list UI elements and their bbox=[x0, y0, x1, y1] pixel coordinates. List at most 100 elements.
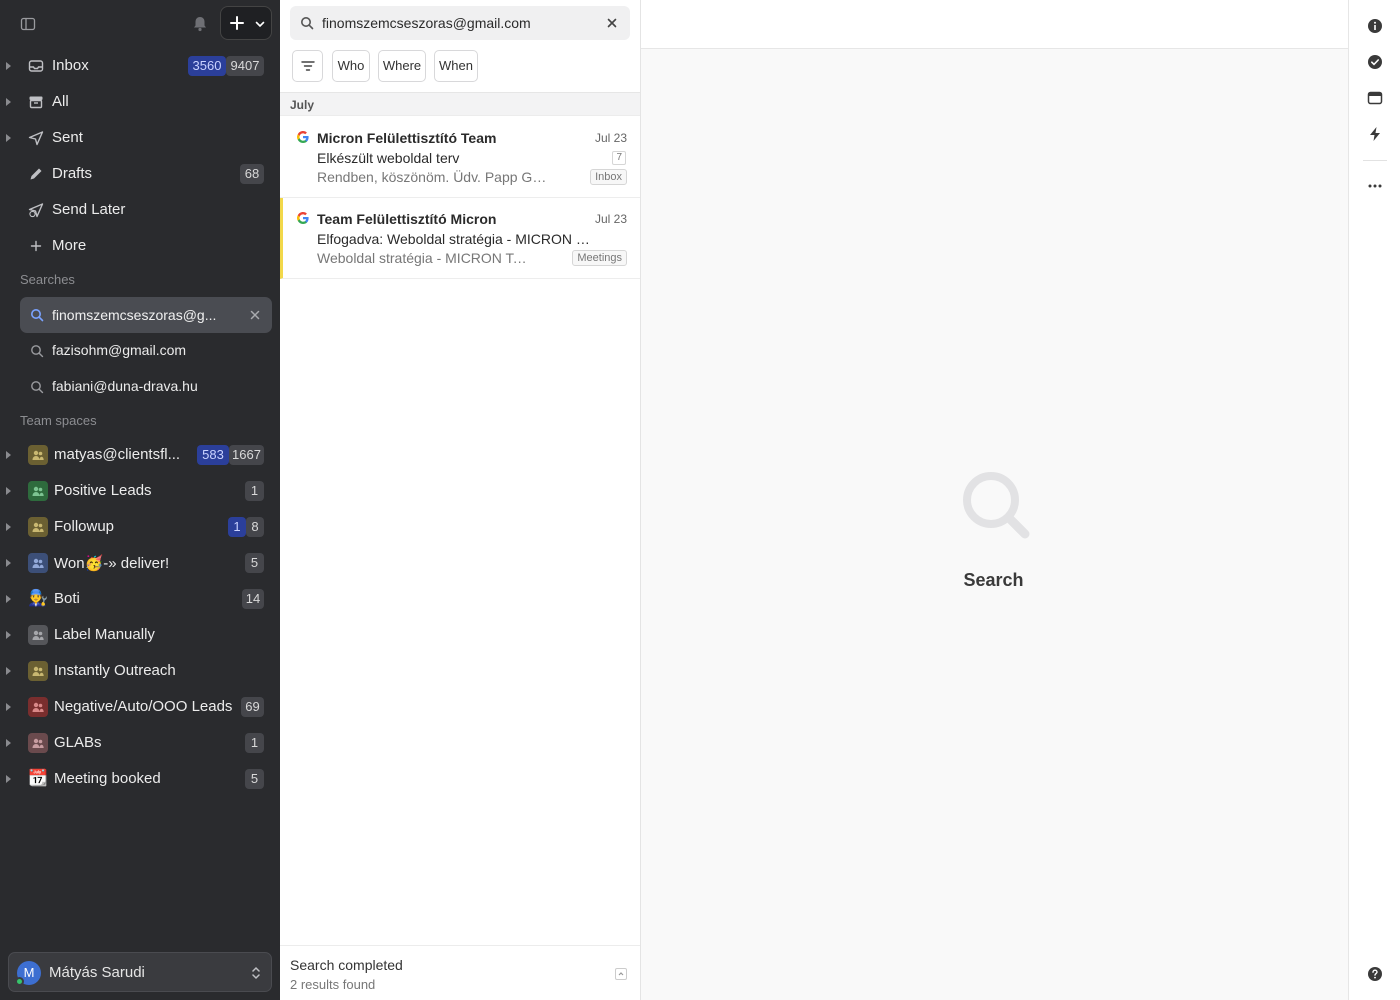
expand-triangle-icon[interactable] bbox=[6, 451, 11, 459]
sidebar-item-label: Sent bbox=[52, 129, 83, 146]
total-count-badge: 68 bbox=[240, 164, 264, 184]
check-circle-icon[interactable] bbox=[1367, 54, 1383, 70]
expand-triangle-icon[interactable] bbox=[6, 487, 11, 495]
account-name: Mátyás Sarudi bbox=[49, 964, 145, 981]
sidebar-item-more[interactable]: More bbox=[0, 228, 280, 264]
team-space-item[interactable]: Instantly Outreach bbox=[0, 653, 280, 689]
search-input[interactable] bbox=[322, 13, 597, 33]
unread-count-badge: 1 bbox=[228, 517, 246, 537]
saved-search-active[interactable]: finomszemcseszoras@g... bbox=[20, 297, 272, 333]
bell-icon[interactable] bbox=[190, 14, 210, 34]
clear-search-icon[interactable] bbox=[606, 17, 618, 29]
expand-triangle-icon[interactable] bbox=[6, 631, 11, 639]
expand-triangle-icon[interactable] bbox=[6, 703, 11, 711]
message-sender: Team Felülettisztító Micron bbox=[317, 211, 497, 227]
message-row[interactable]: Team Felülettisztító Micron Jul 23 Elfog… bbox=[280, 198, 640, 279]
team-space-label: Negative/Auto/OOO Leads bbox=[54, 698, 233, 715]
filter-where-button[interactable]: Where bbox=[378, 50, 426, 82]
calendar-icon[interactable] bbox=[1367, 90, 1383, 106]
search-results-panel: Who Where When July Micron Felülettisztí… bbox=[280, 0, 641, 1000]
expand-triangle-icon[interactable] bbox=[6, 559, 11, 567]
team-space-item[interactable]: Followup 1 8 bbox=[0, 509, 280, 545]
compose-button[interactable] bbox=[220, 6, 272, 40]
info-icon[interactable] bbox=[1367, 18, 1383, 34]
team-space-item[interactable]: Negative/Auto/OOO Leads 69 bbox=[0, 689, 280, 725]
label-badge: Inbox bbox=[590, 169, 627, 185]
sidebar-item-label: Inbox bbox=[52, 57, 89, 74]
month-group-header: July bbox=[280, 92, 640, 116]
search-status-count: 2 results found bbox=[290, 977, 376, 992]
close-icon[interactable] bbox=[248, 308, 262, 322]
total-count-badge: 14 bbox=[242, 589, 264, 609]
team-space-item[interactable]: 👨‍🔧 Boti 14 bbox=[0, 581, 280, 617]
expand-triangle-icon[interactable] bbox=[6, 523, 11, 531]
inbox-icon bbox=[28, 60, 44, 72]
expand-triangle-icon[interactable] bbox=[6, 595, 11, 603]
chevron-up-down-icon bbox=[252, 966, 260, 980]
total-count-badge: 1 bbox=[245, 733, 264, 753]
message-subject: Elfogadva: Weboldal stratégia - MICRON @… bbox=[317, 231, 593, 247]
search-icon bbox=[31, 381, 44, 394]
team-icon bbox=[28, 697, 48, 717]
more-horizontal-icon[interactable] bbox=[1367, 178, 1383, 194]
team-space-label: Label Manually bbox=[54, 626, 155, 643]
team-space-label: GLABs bbox=[54, 734, 102, 751]
saved-search-item[interactable]: fabiani@duna-drava.hu bbox=[0, 369, 280, 405]
team-spaces-section-label: Team spaces bbox=[20, 413, 97, 428]
mechanic-emoji-icon: 👨‍🔧 bbox=[28, 590, 48, 607]
team-space-label: Won🥳-» deliver! bbox=[54, 555, 170, 572]
pencil-icon bbox=[30, 168, 42, 180]
filter-when-button[interactable]: When bbox=[434, 50, 478, 82]
team-space-item[interactable]: GLABs 1 bbox=[0, 725, 280, 761]
plus-icon bbox=[230, 16, 244, 30]
sidebar-item-label: Send Later bbox=[52, 201, 126, 218]
send-icon bbox=[28, 131, 44, 146]
sidebar-item-drafts[interactable]: Drafts 68 bbox=[0, 156, 280, 192]
sidebar-toggle-icon[interactable] bbox=[20, 16, 36, 32]
archive-icon bbox=[29, 96, 43, 109]
team-space-item[interactable]: matyas@clientsfl... 583 1667 bbox=[0, 437, 280, 473]
help-icon[interactable] bbox=[1367, 966, 1383, 982]
plus-icon bbox=[30, 240, 42, 252]
team-space-item[interactable]: Positive Leads 1 bbox=[0, 473, 280, 509]
team-icon bbox=[28, 733, 48, 753]
google-icon bbox=[297, 212, 309, 224]
team-space-item[interactable]: 📆 Meeting booked 5 bbox=[0, 761, 280, 797]
lightning-icon[interactable] bbox=[1367, 126, 1383, 142]
chevron-down-icon[interactable] bbox=[254, 18, 266, 30]
saved-search-label: finomszemcseszoras@g... bbox=[52, 307, 217, 323]
account-switcher[interactable]: M Mátyás Sarudi bbox=[8, 952, 272, 992]
expand-triangle-icon[interactable] bbox=[6, 62, 11, 70]
sidebar-item-all[interactable]: All bbox=[0, 84, 280, 120]
sidebar: Inbox 3560 9407 All Sent Drafts 68 Send … bbox=[0, 0, 280, 1000]
team-space-item[interactable]: Label Manually bbox=[0, 617, 280, 653]
team-icon bbox=[28, 517, 48, 537]
team-icon bbox=[28, 445, 48, 465]
total-count-badge: 1 bbox=[245, 481, 264, 501]
expand-triangle-icon[interactable] bbox=[6, 134, 11, 142]
expand-triangle-icon[interactable] bbox=[6, 739, 11, 747]
message-date: Jul 23 bbox=[594, 131, 627, 145]
message-row[interactable]: Micron Felülettisztító Team Jul 23 Elkés… bbox=[280, 117, 640, 198]
month-label: July bbox=[290, 98, 315, 112]
saved-search-item[interactable]: fazisohm@gmail.com bbox=[0, 333, 280, 369]
team-space-label: Meeting booked bbox=[54, 770, 161, 787]
sidebar-item-inbox[interactable]: Inbox 3560 9407 bbox=[0, 48, 280, 84]
team-space-label: Instantly Outreach bbox=[54, 662, 176, 679]
filter-who-button[interactable]: Who bbox=[332, 50, 370, 82]
expand-triangle-icon[interactable] bbox=[6, 667, 11, 675]
collapse-status-button[interactable] bbox=[615, 968, 627, 980]
team-space-item[interactable]: Won🥳-» deliver! 5 bbox=[0, 545, 280, 581]
empty-state-label: Search bbox=[963, 570, 1024, 590]
expand-triangle-icon[interactable] bbox=[6, 775, 11, 783]
team-icon bbox=[28, 625, 48, 645]
sidebar-item-send-later[interactable]: Send Later bbox=[0, 192, 280, 228]
team-space-label: matyas@clientsfl... bbox=[54, 446, 181, 463]
send-later-icon bbox=[28, 203, 44, 218]
team-space-label: Followup bbox=[54, 518, 115, 535]
right-rail bbox=[1348, 0, 1400, 1000]
total-count-badge: 9407 bbox=[226, 56, 264, 76]
sidebar-item-sent[interactable]: Sent bbox=[0, 120, 280, 156]
filter-options-button[interactable] bbox=[292, 50, 323, 82]
expand-triangle-icon[interactable] bbox=[6, 98, 11, 106]
